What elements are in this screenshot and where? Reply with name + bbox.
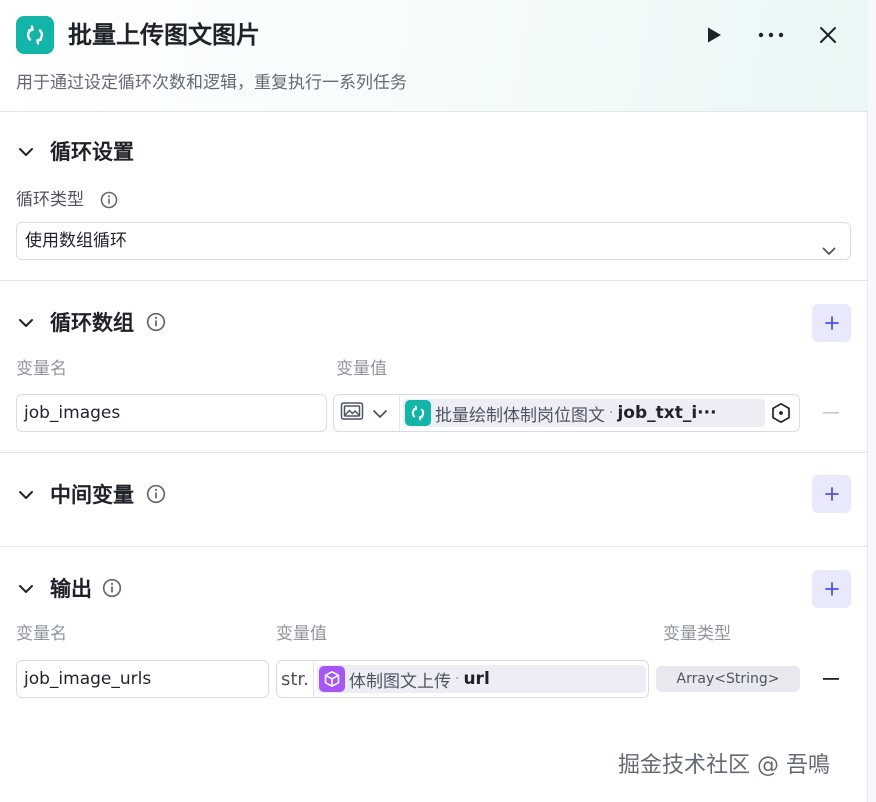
chevron-down-icon[interactable]: [16, 313, 36, 333]
chevron-down-icon: [372, 404, 388, 423]
section-divider: [0, 280, 868, 281]
info-icon[interactable]: [100, 191, 120, 211]
chevron-down-icon[interactable]: [16, 579, 36, 599]
column-header-var-value: 变量值: [336, 359, 387, 379]
section-title-intermediate: 中间变量: [50, 483, 134, 507]
remove-row-icon: [821, 403, 841, 423]
info-icon[interactable]: [146, 484, 166, 504]
loop-icon: [405, 400, 431, 426]
reference-separator: ·: [455, 671, 460, 687]
panel-header: 批量上传图文图片 用于通过设定循环次数和逻辑，重复执行一系列任务: [0, 0, 868, 112]
info-icon[interactable]: [146, 312, 166, 332]
cube-icon: [319, 666, 345, 692]
loop-icon: [16, 16, 54, 54]
output-name-input[interactable]: job_image_urls: [16, 660, 269, 698]
section-title-loop-settings: 循环设置: [50, 140, 134, 164]
image-icon: [340, 401, 364, 425]
loop-type-label: 循环类型: [16, 190, 84, 210]
chevron-down-icon: [822, 233, 836, 269]
section-title-loop-array: 循环数组: [50, 311, 134, 335]
reference-var-name: job_txt_i···: [617, 403, 717, 423]
more-icon[interactable]: [756, 20, 786, 50]
output-value-reference[interactable]: str. 体制图文上传 · url: [276, 660, 649, 698]
chevron-down-icon[interactable]: [16, 142, 36, 162]
play-icon[interactable]: [699, 20, 729, 50]
section-divider: [0, 546, 868, 547]
panel-title: 批量上传图文图片: [68, 21, 260, 49]
column-header-var-name: 变量名: [16, 624, 67, 644]
loop-type-value: 使用数组循环: [25, 231, 127, 251]
watermark-text: 掘金技术社区 @ 吾鳴: [618, 753, 830, 778]
column-header-var-value: 变量值: [276, 624, 327, 644]
panel-subtitle: 用于通过设定循环次数和逻辑，重复执行一系列任务: [16, 73, 407, 93]
field-divider: [313, 661, 314, 697]
section-divider: [0, 452, 868, 453]
reference-node-name: 批量绘制体制岗位图文: [435, 405, 605, 426]
variable-picker-icon[interactable]: [770, 402, 792, 428]
reference-chip[interactable]: 批量绘制体制岗位图文 · job_txt_i···: [403, 399, 765, 427]
loop-type-select[interactable]: 使用数组循环: [16, 222, 851, 260]
section-title-output: 输出: [50, 577, 92, 601]
add-intermediate-button[interactable]: [812, 475, 851, 513]
add-loop-array-button[interactable]: [812, 304, 851, 342]
remove-row-icon[interactable]: [821, 669, 841, 689]
field-divider: [399, 395, 400, 431]
reference-node-name: 体制图文上传: [349, 671, 451, 692]
reference-separator: ·: [609, 405, 614, 421]
value-type-prefix[interactable]: str.: [281, 661, 309, 697]
loop-array-value-reference[interactable]: 批量绘制体制岗位图文 · job_txt_i···: [333, 394, 800, 432]
reference-var-name: url: [463, 669, 490, 689]
close-icon[interactable]: [813, 20, 843, 50]
loop-array-name-input[interactable]: job_images: [16, 394, 327, 432]
column-header-var-type: 变量类型: [663, 624, 731, 644]
variable-type-tag: Array<String>: [656, 666, 800, 692]
chevron-down-icon[interactable]: [16, 485, 36, 505]
info-icon[interactable]: [102, 578, 122, 598]
add-output-button[interactable]: [812, 570, 851, 608]
reference-chip[interactable]: 体制图文上传 · url: [317, 665, 646, 693]
value-type-switch[interactable]: [340, 395, 388, 431]
loop-node-panel: 批量上传图文图片 用于通过设定循环次数和逻辑，重复执行一系列任务 循环设置 循环…: [0, 0, 868, 802]
column-header-var-name: 变量名: [16, 359, 67, 379]
